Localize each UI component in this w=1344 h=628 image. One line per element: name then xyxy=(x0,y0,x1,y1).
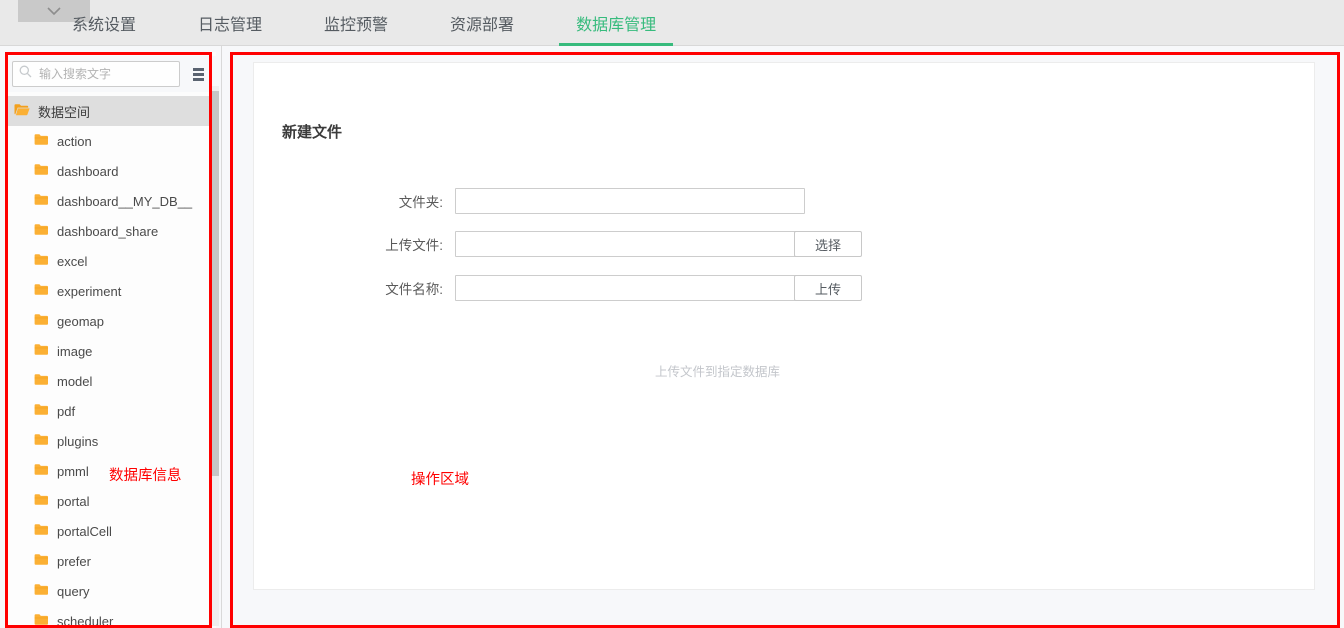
tab-label: 资源部署 xyxy=(450,11,514,35)
main-panel: 新建文件 文件夹: 上传文件: 选择 文件名称: 上传 上传文件到指定数据库 xyxy=(222,46,1344,628)
folder-icon xyxy=(34,373,49,389)
file-name-input[interactable] xyxy=(455,275,805,301)
tab-database-management[interactable]: 数据库管理 xyxy=(564,0,668,46)
folder-icon xyxy=(34,583,49,599)
form-row-upload-file: 上传文件: xyxy=(254,231,874,257)
tree-item-model[interactable]: model xyxy=(6,366,216,396)
folder-icon xyxy=(34,553,49,569)
tree-item-label: action xyxy=(57,134,92,149)
tree-item-label: portalCell xyxy=(57,524,112,539)
tree-item-geomap[interactable]: geomap xyxy=(6,306,216,336)
sidebar-search-row xyxy=(6,56,216,92)
folder-icon xyxy=(34,313,49,329)
annotation-label-sidebar: 数据库信息 xyxy=(109,464,182,485)
form-row-folder: 文件夹: xyxy=(254,188,874,214)
tree-item-label: dashboard__MY_DB__ xyxy=(57,194,192,209)
tree-item-dashboard[interactable]: dashboard xyxy=(6,156,216,186)
tree-item-portalcell[interactable]: portalCell xyxy=(6,516,216,546)
tree-item-pdf[interactable]: pdf xyxy=(6,396,216,426)
tree-item-experiment[interactable]: experiment xyxy=(6,276,216,306)
tree-root-node[interactable]: 数据空间 xyxy=(6,96,216,126)
folder-icon xyxy=(34,493,49,509)
tree-item-label: model xyxy=(57,374,92,389)
list-menu-icon[interactable] xyxy=(186,62,210,86)
tree-item-scheduler[interactable]: scheduler xyxy=(6,606,216,628)
page-body: 数据空间 action dashboard dashboard__MY_DB__… xyxy=(0,46,1344,628)
folder-icon xyxy=(34,403,49,419)
tree-item-label: query xyxy=(57,584,90,599)
tree-item-action[interactable]: action xyxy=(6,126,216,156)
search-icon xyxy=(19,65,32,83)
folder-input[interactable] xyxy=(455,188,805,214)
tab-label: 监控预警 xyxy=(324,11,388,35)
tree-item-query[interactable]: query xyxy=(6,576,216,606)
upload-file-label: 上传文件: xyxy=(254,234,455,254)
content-card: 新建文件 文件夹: 上传文件: 选择 文件名称: 上传 上传文件到指定数据库 xyxy=(253,62,1315,590)
choose-file-button[interactable]: 选择 xyxy=(794,231,862,257)
tree-item-excel[interactable]: excel xyxy=(6,246,216,276)
tab-system-settings[interactable]: 系统设置 xyxy=(60,0,148,46)
tab-label: 日志管理 xyxy=(198,11,262,35)
tree-item-image[interactable]: image xyxy=(6,336,216,366)
sidebar: 数据空间 action dashboard dashboard__MY_DB__… xyxy=(0,46,222,628)
file-name-label: 文件名称: xyxy=(254,278,455,298)
tree-item-label: experiment xyxy=(57,284,121,299)
folder-icon xyxy=(34,193,49,209)
upload-hint-text: 上传文件到指定数据库 xyxy=(655,361,780,380)
tree-item-label: prefer xyxy=(57,554,91,569)
annotation-label-main: 操作区域 xyxy=(411,468,469,489)
tree-item-label: geomap xyxy=(57,314,104,329)
folder-icon xyxy=(34,523,49,539)
tab-label: 数据库管理 xyxy=(576,11,656,35)
tree-item-label: dashboard xyxy=(57,164,118,179)
folder-tree: 数据空间 action dashboard dashboard__MY_DB__… xyxy=(6,96,216,628)
folder-label: 文件夹: xyxy=(254,191,455,211)
tree-item-label: scheduler xyxy=(57,614,113,628)
tree-item-label: plugins xyxy=(57,434,98,449)
folder-icon xyxy=(34,253,49,269)
tree-item-dashboard-my-db[interactable]: dashboard__MY_DB__ xyxy=(6,186,216,216)
folder-icon xyxy=(34,133,49,149)
tree-item-label: portal xyxy=(57,494,90,509)
tree-node-label: 数据空间 xyxy=(38,102,90,121)
tab-resource-deploy[interactable]: 资源部署 xyxy=(438,0,526,46)
tree-item-label: excel xyxy=(57,254,87,269)
top-navigation-bar: 系统设置 日志管理 监控预警 资源部署 数据库管理 xyxy=(0,0,1344,46)
upload-button[interactable]: 上传 xyxy=(794,275,862,301)
folder-icon xyxy=(34,343,49,359)
folder-icon xyxy=(34,283,49,299)
folder-icon xyxy=(34,163,49,179)
tree-item-label: image xyxy=(57,344,92,359)
tab-log-management[interactable]: 日志管理 xyxy=(186,0,274,46)
sidebar-scrollbar-thumb[interactable] xyxy=(210,91,219,476)
tree-item-dashboard-share[interactable]: dashboard_share xyxy=(6,216,216,246)
open-folder-icon xyxy=(14,103,30,119)
folder-icon xyxy=(34,433,49,449)
upload-file-input[interactable] xyxy=(455,231,805,257)
tree-item-prefer[interactable]: prefer xyxy=(6,546,216,576)
folder-icon xyxy=(34,463,49,479)
tab-monitor-alerts[interactable]: 监控预警 xyxy=(312,0,400,46)
nav-tab-list: 系统设置 日志管理 监控预警 资源部署 数据库管理 xyxy=(60,0,668,46)
page-title: 新建文件 xyxy=(282,121,342,142)
tree-item-label: dashboard_share xyxy=(57,224,158,239)
sidebar-content: 数据空间 action dashboard dashboard__MY_DB__… xyxy=(6,52,216,628)
search-box[interactable] xyxy=(12,61,180,87)
folder-icon xyxy=(34,223,49,239)
folder-icon xyxy=(34,613,49,628)
tree-item-label: pdf xyxy=(57,404,75,419)
tree-item-plugins[interactable]: plugins xyxy=(6,426,216,456)
tab-label: 系统设置 xyxy=(72,11,136,35)
tree-item-label: pmml xyxy=(57,464,89,479)
form-row-file-name: 文件名称: xyxy=(254,275,874,301)
search-input[interactable] xyxy=(37,66,179,82)
tree-item-portal[interactable]: portal xyxy=(6,486,216,516)
